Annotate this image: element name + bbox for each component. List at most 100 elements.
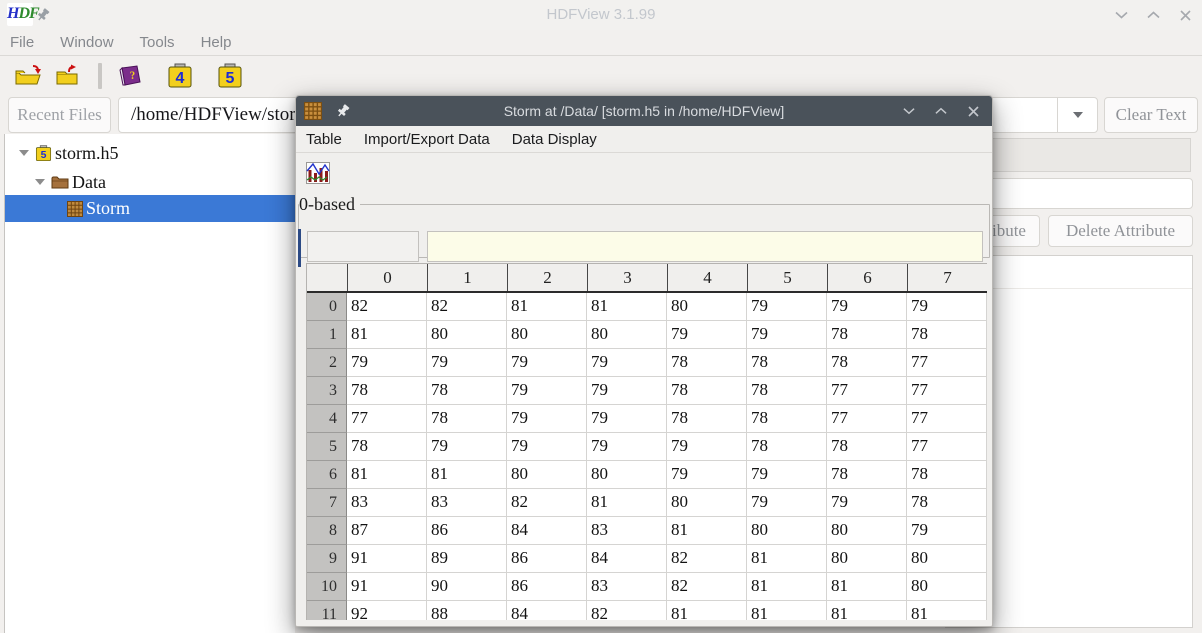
table-cell[interactable]: 79 xyxy=(587,349,667,377)
column-header[interactable]: 6 xyxy=(827,264,907,291)
clear-text-button[interactable]: Clear Text xyxy=(1104,97,1198,133)
pin-icon[interactable] xyxy=(36,8,50,27)
table-cell[interactable]: 80 xyxy=(587,321,667,349)
minimize-icon[interactable] xyxy=(1110,4,1132,26)
table-cell[interactable]: 79 xyxy=(507,377,587,405)
table-cell[interactable]: 83 xyxy=(347,489,427,517)
table-cell[interactable]: 81 xyxy=(667,601,747,620)
table-cell[interactable]: 84 xyxy=(507,601,587,620)
table-cell[interactable]: 81 xyxy=(907,601,987,620)
delete-attribute-button[interactable]: Delete Attribute xyxy=(1048,215,1193,247)
menu-tools[interactable]: Tools xyxy=(140,34,175,51)
table-cell[interactable]: 79 xyxy=(747,321,827,349)
column-header[interactable]: 7 xyxy=(907,264,987,291)
table-cell[interactable]: 79 xyxy=(507,349,587,377)
tree-item-storm-h5[interactable]: 5 storm.h5 xyxy=(5,139,296,167)
table-cell[interactable]: 78 xyxy=(827,349,907,377)
table-cell[interactable]: 80 xyxy=(507,321,587,349)
table-cell[interactable]: 78 xyxy=(347,433,427,461)
table-corner-cell[interactable] xyxy=(307,264,347,291)
table-cell[interactable]: 89 xyxy=(427,545,507,573)
hdf4-library-icon[interactable]: 4 xyxy=(162,60,198,92)
cell-value-field[interactable] xyxy=(427,231,983,262)
row-header[interactable]: 4 xyxy=(307,405,347,433)
table-cell[interactable]: 78 xyxy=(827,321,907,349)
table-cell[interactable]: 81 xyxy=(587,489,667,517)
dataset-window-titlebar[interactable]: Storm at /Data/ [storm.h5 in /home/HDFVi… xyxy=(296,96,992,126)
path-dropdown-button[interactable] xyxy=(1057,98,1097,132)
table-cell[interactable]: 81 xyxy=(427,461,507,489)
menu-data-display[interactable]: Data Display xyxy=(512,131,597,148)
column-header[interactable]: 5 xyxy=(747,264,827,291)
table-cell[interactable]: 78 xyxy=(907,461,987,489)
table-cell[interactable]: 79 xyxy=(827,489,907,517)
table-cell[interactable]: 79 xyxy=(667,433,747,461)
close-icon[interactable] xyxy=(1174,4,1196,26)
table-cell[interactable]: 79 xyxy=(507,405,587,433)
table-cell[interactable]: 79 xyxy=(347,349,427,377)
table-cell[interactable]: 79 xyxy=(747,293,827,321)
table-cell[interactable]: 86 xyxy=(427,517,507,545)
maximize-icon[interactable] xyxy=(930,100,952,122)
row-header[interactable]: 3 xyxy=(307,377,347,405)
table-cell[interactable]: 79 xyxy=(587,433,667,461)
table-cell[interactable]: 87 xyxy=(347,517,427,545)
row-header[interactable]: 9 xyxy=(307,545,347,573)
table-cell[interactable]: 82 xyxy=(587,601,667,620)
table-cell[interactable]: 80 xyxy=(667,293,747,321)
table-cell[interactable]: 81 xyxy=(587,293,667,321)
column-header[interactable]: 1 xyxy=(427,264,507,291)
table-cell[interactable]: 79 xyxy=(907,517,987,545)
table-cell[interactable]: 81 xyxy=(747,573,827,601)
help-book-icon[interactable]: ? xyxy=(112,60,150,92)
close-file-icon[interactable] xyxy=(48,60,88,92)
table-cell[interactable]: 77 xyxy=(827,377,907,405)
row-header[interactable]: 6 xyxy=(307,461,347,489)
table-cell[interactable]: 81 xyxy=(747,601,827,620)
menu-window[interactable]: Window xyxy=(60,34,113,51)
table-cell[interactable]: 77 xyxy=(907,349,987,377)
table-cell[interactable]: 77 xyxy=(827,405,907,433)
table-cell[interactable]: 81 xyxy=(507,293,587,321)
row-header[interactable]: 11 xyxy=(307,601,347,620)
table-cell[interactable]: 80 xyxy=(667,489,747,517)
table-cell[interactable]: 80 xyxy=(747,517,827,545)
row-header[interactable]: 7 xyxy=(307,489,347,517)
row-header[interactable]: 2 xyxy=(307,349,347,377)
table-cell[interactable]: 86 xyxy=(507,573,587,601)
table-cell[interactable]: 79 xyxy=(587,377,667,405)
table-cell[interactable]: 79 xyxy=(667,321,747,349)
table-cell[interactable]: 81 xyxy=(827,573,907,601)
table-cell[interactable]: 78 xyxy=(827,433,907,461)
table-cell[interactable]: 80 xyxy=(907,545,987,573)
table-cell[interactable]: 77 xyxy=(907,377,987,405)
table-cell[interactable]: 81 xyxy=(667,517,747,545)
table-cell[interactable]: 82 xyxy=(667,545,747,573)
table-cell[interactable]: 78 xyxy=(747,433,827,461)
table-cell[interactable]: 82 xyxy=(427,293,507,321)
table-cell[interactable]: 78 xyxy=(747,349,827,377)
open-file-icon[interactable] xyxy=(8,60,48,92)
table-cell[interactable]: 82 xyxy=(667,573,747,601)
row-header[interactable]: 0 xyxy=(307,293,347,321)
menu-help[interactable]: Help xyxy=(201,34,232,51)
line-plot-icon[interactable] xyxy=(302,158,334,188)
chevron-down-icon[interactable] xyxy=(19,150,29,156)
menu-import-export-data[interactable]: Import/Export Data xyxy=(364,131,490,148)
table-cell[interactable]: 80 xyxy=(827,545,907,573)
table-cell[interactable]: 78 xyxy=(907,321,987,349)
row-header[interactable]: 5 xyxy=(307,433,347,461)
table-cell[interactable]: 83 xyxy=(587,573,667,601)
table-cell[interactable]: 80 xyxy=(507,461,587,489)
table-cell[interactable]: 78 xyxy=(907,489,987,517)
table-cell[interactable]: 79 xyxy=(747,489,827,517)
table-cell[interactable]: 82 xyxy=(507,489,587,517)
table-cell[interactable]: 83 xyxy=(427,489,507,517)
table-cell[interactable]: 80 xyxy=(427,321,507,349)
table-cell[interactable]: 79 xyxy=(587,405,667,433)
hdf5-library-icon[interactable]: 5 xyxy=(212,60,248,92)
table-cell[interactable]: 78 xyxy=(427,405,507,433)
table-cell[interactable]: 90 xyxy=(427,573,507,601)
table-cell[interactable]: 80 xyxy=(907,573,987,601)
table-cell[interactable]: 78 xyxy=(667,349,747,377)
